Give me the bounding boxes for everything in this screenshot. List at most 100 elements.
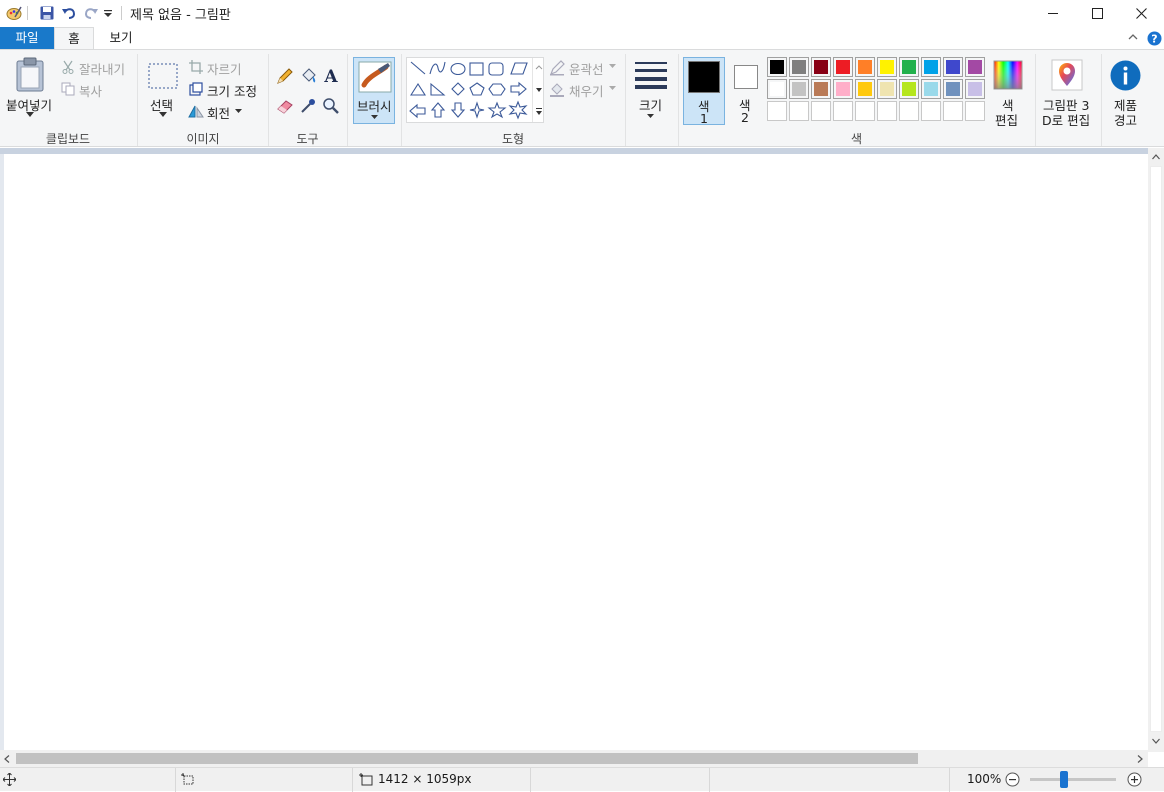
fill-shape-icon[interactable] — [549, 82, 565, 98]
paint3d-icon[interactable] — [1051, 59, 1083, 91]
horizontal-scroll-thumb[interactable] — [16, 753, 918, 764]
palette-swatch[interactable] — [811, 79, 831, 99]
palette-swatch[interactable] — [921, 79, 941, 99]
palette-swatch[interactable] — [767, 57, 787, 77]
pencil-icon[interactable] — [276, 67, 294, 85]
resize-button[interactable]: 크기 조정 — [207, 81, 257, 100]
zoom-slider-track[interactable] — [1030, 778, 1116, 781]
zoom-in-icon[interactable] — [1127, 772, 1142, 787]
palette-swatch[interactable] — [833, 79, 853, 99]
rotate-button[interactable]: 회전 — [207, 103, 230, 122]
palette-swatch[interactable] — [899, 57, 919, 77]
palette-swatch[interactable] — [811, 57, 831, 77]
palette-swatch[interactable] — [965, 101, 985, 121]
select-icon[interactable] — [148, 63, 178, 89]
color2-button[interactable]: 색 2 — [727, 57, 763, 125]
palette-swatch[interactable] — [899, 101, 919, 121]
cut-button[interactable]: 잘라내기 — [79, 59, 125, 78]
paint-app-icon[interactable] — [4, 3, 24, 23]
info-icon[interactable] — [1110, 60, 1141, 91]
outline-icon[interactable] — [549, 60, 565, 76]
fill-icon[interactable] — [299, 67, 317, 85]
scroll-right-icon[interactable] — [1137, 755, 1143, 763]
color-picker-icon[interactable] — [299, 97, 317, 115]
brushes-button[interactable]: 브러시 — [353, 57, 395, 124]
redo-icon[interactable] — [81, 3, 101, 23]
copy-icon[interactable] — [61, 82, 75, 96]
palette-swatch[interactable] — [855, 101, 875, 121]
size-dropdown-icon[interactable] — [647, 114, 654, 118]
palette-swatch[interactable] — [833, 101, 853, 121]
palette-swatch[interactable] — [943, 57, 963, 77]
palette-swatch[interactable] — [899, 79, 919, 99]
palette-swatch[interactable] — [877, 79, 897, 99]
rotate-dropdown-icon[interactable] — [235, 109, 242, 113]
palette-swatch[interactable] — [877, 57, 897, 77]
paste-dropdown-icon[interactable] — [26, 112, 34, 117]
save-icon[interactable] — [37, 3, 57, 23]
edit-colors-icon[interactable] — [993, 60, 1023, 90]
status-bar: 1412 × 1059px 100% — [0, 767, 1164, 792]
palette-swatch[interactable] — [855, 79, 875, 99]
paint3d-label-2[interactable]: D로 편집 — [1042, 110, 1090, 129]
crop-icon[interactable] — [189, 60, 203, 74]
palette-swatch[interactable] — [943, 79, 963, 99]
palette-swatch[interactable] — [767, 79, 787, 99]
maximize-button[interactable] — [1074, 0, 1120, 26]
size-button[interactable]: 크기 — [639, 95, 662, 114]
crop-button[interactable]: 자르기 — [207, 59, 242, 78]
select-dropdown-icon[interactable] — [159, 112, 167, 117]
zoom-out-icon[interactable] — [1005, 772, 1020, 787]
palette-swatch[interactable] — [789, 79, 809, 99]
palette-swatch[interactable] — [877, 101, 897, 121]
undo-icon[interactable] — [59, 3, 79, 23]
outline-button[interactable]: 윤곽선 — [569, 59, 604, 78]
palette-swatch[interactable] — [965, 57, 985, 77]
cut-icon[interactable] — [61, 60, 75, 74]
eraser-icon[interactable] — [276, 97, 294, 115]
palette-swatch[interactable] — [811, 101, 831, 121]
help-icon[interactable]: ? — [1147, 31, 1162, 46]
minimize-button[interactable] — [1030, 0, 1076, 26]
vertical-scroll-thumb[interactable] — [1150, 166, 1162, 732]
tab-view[interactable]: 보기 — [96, 27, 146, 50]
tab-file[interactable]: 파일 — [0, 27, 54, 50]
status-divider — [949, 768, 950, 792]
horizontal-scrollbar[interactable] — [0, 750, 1148, 767]
shapes-gallery-scroll[interactable] — [532, 58, 544, 122]
product-alert-label-2[interactable]: 경고 — [1114, 110, 1137, 129]
copy-button[interactable]: 복사 — [79, 81, 102, 100]
palette-swatch[interactable] — [767, 101, 787, 121]
fill-button[interactable]: 채우기 — [569, 81, 604, 100]
color1-button[interactable]: 색 1 — [683, 57, 725, 126]
palette-swatch[interactable] — [855, 57, 875, 77]
customize-dropdown-icon[interactable] — [100, 3, 116, 23]
resize-icon[interactable] — [189, 82, 203, 96]
tab-home[interactable]: 홈 — [54, 27, 94, 51]
scroll-down-icon[interactable] — [1152, 738, 1160, 744]
paste-icon[interactable] — [14, 57, 46, 93]
rotate-icon[interactable] — [188, 104, 204, 118]
edit-colors-label-2[interactable]: 편집 — [995, 110, 1018, 129]
vertical-scrollbar[interactable] — [1148, 148, 1164, 752]
palette-swatch[interactable] — [789, 57, 809, 77]
size-icon[interactable] — [634, 61, 668, 89]
magnifier-icon[interactable] — [322, 97, 340, 115]
palette-swatch[interactable] — [921, 57, 941, 77]
palette-swatch[interactable] — [943, 101, 963, 121]
outline-dropdown-icon[interactable] — [609, 64, 616, 68]
scroll-up-icon[interactable] — [1152, 154, 1160, 160]
text-icon[interactable]: A — [322, 67, 340, 85]
palette-swatch[interactable] — [965, 79, 985, 99]
palette-swatch[interactable] — [789, 101, 809, 121]
group-separator — [1101, 54, 1102, 146]
collapse-ribbon-icon[interactable] — [1127, 31, 1139, 43]
ribbon: 붙여넣기 잘라내기 복사 클립보드 선택 자르기 크기 조정 회전 이미지 A — [0, 49, 1164, 147]
fill-dropdown-icon[interactable] — [609, 86, 616, 90]
palette-swatch[interactable] — [833, 57, 853, 77]
close-button[interactable] — [1118, 0, 1164, 26]
palette-swatch[interactable] — [921, 101, 941, 121]
drawing-canvas[interactable] — [4, 154, 1148, 750]
scroll-left-icon[interactable] — [4, 755, 10, 763]
zoom-slider-thumb[interactable] — [1060, 771, 1068, 788]
